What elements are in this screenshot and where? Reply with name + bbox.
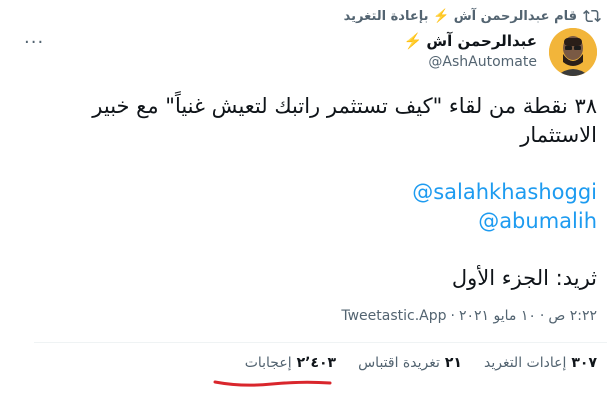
mention-link[interactable]: @salahkhashoggi (10, 178, 597, 207)
mention-link[interactable]: @abumalih (10, 207, 597, 236)
tweet-stats: ٣٠٧ إعادات التغريد ٢١ تغريدة اقتباس ٢٬٤٠… (245, 355, 597, 371)
likes-stat[interactable]: ٢٬٤٠٣ إعجابات (245, 355, 336, 371)
retweet-icon (583, 9, 601, 23)
tweet-header: عبدالرحمن آش ⚡️ @AshAutomate ··· (20, 28, 597, 78)
tweet-body: ٣٨ نقطة من لقاء "كيف تستثمر راتبك لتعيش … (10, 92, 597, 293)
retweets-stat[interactable]: ٣٠٧ إعادات التغريد (484, 355, 597, 371)
tweet-time[interactable]: ٢:٢٢ ص (548, 308, 597, 324)
retweet-banner[interactable]: قام عبدالرحمن آش ⚡️ بإعادة التغريد (344, 6, 601, 26)
likes-count: ٢٬٤٠٣ (296, 355, 337, 371)
tweet-date[interactable]: ١٠ مايو ٢٠٢١ (459, 308, 536, 324)
author-display-name[interactable]: عبدالرحمن آش ⚡️ (404, 32, 537, 50)
divider (34, 342, 607, 343)
author-handle[interactable]: @AshAutomate (404, 54, 537, 70)
meta-separator: · (539, 308, 545, 324)
meta-separator: · (450, 308, 455, 324)
red-underline-annotation (213, 380, 332, 387)
tweet-text: ٣٨ نقطة من لقاء "كيف تستثمر راتبك لتعيش … (92, 94, 597, 147)
avatar[interactable] (549, 28, 597, 76)
thread-text: ثريد: الجزء الأول (451, 266, 597, 290)
tweet-meta: ٢:٢٢ ص · ١٠ مايو ٢٠٢١ · Tweetastic.App (341, 308, 597, 324)
retweet-banner-text: قام عبدالرحمن آش ⚡️ بإعادة التغريد (343, 8, 577, 24)
likes-label: إعجابات (244, 355, 292, 371)
retweets-label: إعادات التغريد (483, 355, 567, 371)
quotes-count: ٢١ (444, 355, 462, 371)
more-options-button[interactable]: ··· (24, 32, 44, 53)
lightning-icon: ⚡️ (403, 32, 423, 50)
tweet-source[interactable]: Tweetastic.App (341, 308, 446, 324)
quotes-stat[interactable]: ٢١ تغريدة اقتباس (358, 355, 462, 371)
retweets-count: ٣٠٧ (571, 355, 597, 371)
author-name: عبدالرحمن آش (426, 32, 537, 50)
quotes-label: تغريدة اقتباس (358, 355, 440, 371)
